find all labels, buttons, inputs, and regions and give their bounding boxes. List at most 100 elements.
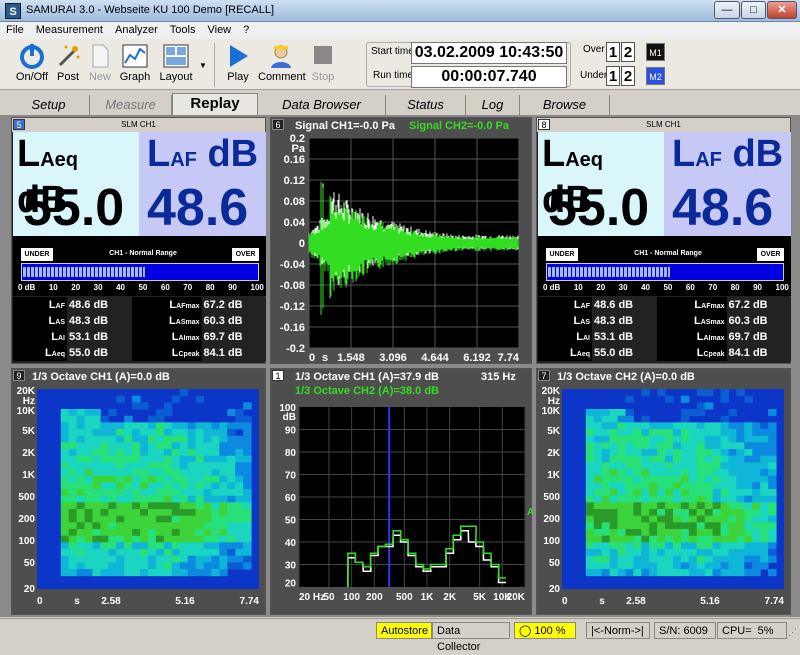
spectrogram-cell bbox=[585, 535, 595, 543]
spectrogram-cell bbox=[100, 542, 109, 550]
spectrogram-cell bbox=[179, 555, 189, 563]
spectrogram-cell bbox=[163, 449, 173, 457]
tab-log[interactable]: Log bbox=[466, 95, 520, 115]
spectrogram-cell bbox=[752, 422, 761, 430]
spectrogram-cell bbox=[211, 515, 220, 523]
menu-measurement[interactable]: Measurement bbox=[30, 22, 109, 36]
spectrogram-cell bbox=[712, 435, 722, 443]
new-button[interactable]: New bbox=[84, 41, 116, 89]
octave-chart[interactable]: 100dB908070605040302020 Hz50 100 200 500 1K 2… bbox=[271, 399, 533, 615]
spectrogram-cell bbox=[179, 535, 189, 543]
spectrogram-cell bbox=[132, 549, 141, 557]
layout-button[interactable]: Layout bbox=[156, 41, 196, 89]
x-tick-label: s bbox=[599, 596, 605, 607]
spectrogram-cell bbox=[84, 562, 93, 570]
spectrogram-cell bbox=[132, 555, 141, 563]
spectrogram-cell bbox=[132, 462, 141, 470]
tab-setup[interactable]: Setup bbox=[8, 95, 90, 115]
close-button[interactable]: ✕ bbox=[767, 1, 797, 19]
spectrogram-cell bbox=[171, 502, 181, 510]
spectrogram-cell bbox=[688, 555, 698, 563]
menu-analyzer[interactable]: Analyzer bbox=[109, 22, 164, 36]
spectrogram-cell bbox=[601, 409, 611, 417]
spectrogram-cell bbox=[92, 502, 101, 510]
spectrogram-cell bbox=[211, 549, 220, 557]
spectrogram-cell bbox=[728, 469, 737, 477]
resize-grip-icon[interactable]: ⋰ bbox=[788, 627, 797, 638]
spectrogram-cell bbox=[673, 529, 682, 537]
spectrogram-cell bbox=[657, 482, 666, 490]
spectrogram-cell bbox=[60, 422, 70, 430]
tab-browse[interactable]: Browse bbox=[520, 95, 610, 115]
spectrogram-cell bbox=[211, 489, 220, 497]
spectrogram-cell bbox=[235, 502, 244, 510]
tab-status[interactable]: Status bbox=[386, 95, 466, 115]
layout-dropdown-icon[interactable]: ▼ bbox=[199, 61, 207, 70]
range-meter: UNDER CH1 - Normal Range OVER 0 dB 10 20 30… bbox=[538, 236, 791, 296]
spectrogram-cell bbox=[696, 549, 706, 557]
spectrogram-cell bbox=[680, 489, 690, 497]
spectrogram-cell bbox=[736, 469, 745, 477]
spectrogram-cell bbox=[100, 535, 109, 543]
spectrogram-cell bbox=[155, 509, 165, 517]
spectrogram-cell bbox=[100, 475, 109, 483]
onoff-button[interactable]: On/Off bbox=[12, 41, 52, 89]
spectrogram-cell bbox=[649, 489, 658, 497]
spectrogram-cell bbox=[641, 415, 650, 423]
menu-help[interactable]: ? bbox=[237, 22, 255, 36]
spectrogram-cell bbox=[760, 555, 769, 563]
menu-tools[interactable]: Tools bbox=[164, 22, 202, 36]
spectrogram-cell bbox=[585, 515, 595, 523]
spectrogram-cell bbox=[100, 522, 109, 530]
m1-marker-button[interactable]: M1 bbox=[646, 43, 665, 61]
spectrogram-cell bbox=[243, 489, 252, 497]
spectrogram-cell bbox=[108, 429, 117, 437]
spectrogram-cell bbox=[187, 435, 197, 443]
spectrogram-cell bbox=[84, 502, 93, 510]
level-scale: 0 dB 10 20 30 40 50 60 70 80 90 100 bbox=[543, 283, 789, 292]
x-tick-label: 4.644 bbox=[421, 352, 449, 364]
graph-button[interactable]: Graph bbox=[118, 41, 152, 89]
minimize-button[interactable]: — bbox=[714, 1, 740, 19]
spectrogram-cell bbox=[211, 529, 220, 537]
tab-measure[interactable]: Measure bbox=[90, 95, 172, 115]
spectrogram-cell bbox=[195, 469, 204, 477]
post-button[interactable]: Post bbox=[54, 41, 82, 89]
menu-view[interactable]: View bbox=[201, 22, 237, 36]
spectrogram-cell bbox=[609, 569, 618, 577]
spectrogram-cell bbox=[243, 442, 252, 450]
stop-button[interactable]: Stop bbox=[308, 41, 338, 89]
spectrogram-cell bbox=[633, 429, 642, 437]
spectrogram-cell bbox=[187, 555, 197, 563]
m2-marker-button[interactable]: M2 bbox=[646, 67, 665, 85]
spectrogram-cell bbox=[227, 542, 236, 550]
spectrogram-cell bbox=[641, 535, 650, 543]
comment-button[interactable]: Comment bbox=[258, 41, 306, 89]
spectrogram-cell bbox=[712, 429, 722, 437]
leq-value: 55.0 bbox=[548, 179, 650, 237]
spectrogram-cell bbox=[187, 469, 197, 477]
tab-replay[interactable]: Replay bbox=[172, 93, 258, 115]
spectrogram-cell bbox=[728, 542, 737, 550]
tab-data-browser[interactable]: Data Browser bbox=[258, 95, 386, 115]
spectrogram-cell bbox=[641, 435, 650, 443]
spectrogram-cell bbox=[680, 455, 690, 463]
spectrogram-cell bbox=[163, 529, 173, 537]
spectrogram-cell bbox=[768, 475, 777, 483]
y-tick-label: 10K bbox=[542, 406, 561, 417]
play-button[interactable]: Play bbox=[222, 41, 254, 89]
spectrogram-cell bbox=[673, 522, 682, 530]
spectrogram-cell bbox=[633, 455, 642, 463]
spectrogram-cell bbox=[140, 449, 149, 457]
spectrogram-cell bbox=[148, 522, 157, 530]
spectrogram-cell bbox=[235, 549, 244, 557]
play-icon bbox=[230, 45, 248, 67]
status-bar: Autostore Data Collector ◯ 100 % |<-Norm… bbox=[0, 618, 800, 653]
spectrogram-cell bbox=[585, 549, 595, 557]
spectrogram-cell bbox=[720, 569, 729, 577]
table-row: LAS 48.3 dB LASmax 60.3 dB bbox=[538, 313, 791, 329]
maximize-button[interactable]: □ bbox=[741, 1, 766, 19]
menu-file[interactable]: File bbox=[0, 22, 30, 36]
spectrogram-cell bbox=[76, 409, 86, 417]
new-document-icon bbox=[92, 44, 109, 68]
